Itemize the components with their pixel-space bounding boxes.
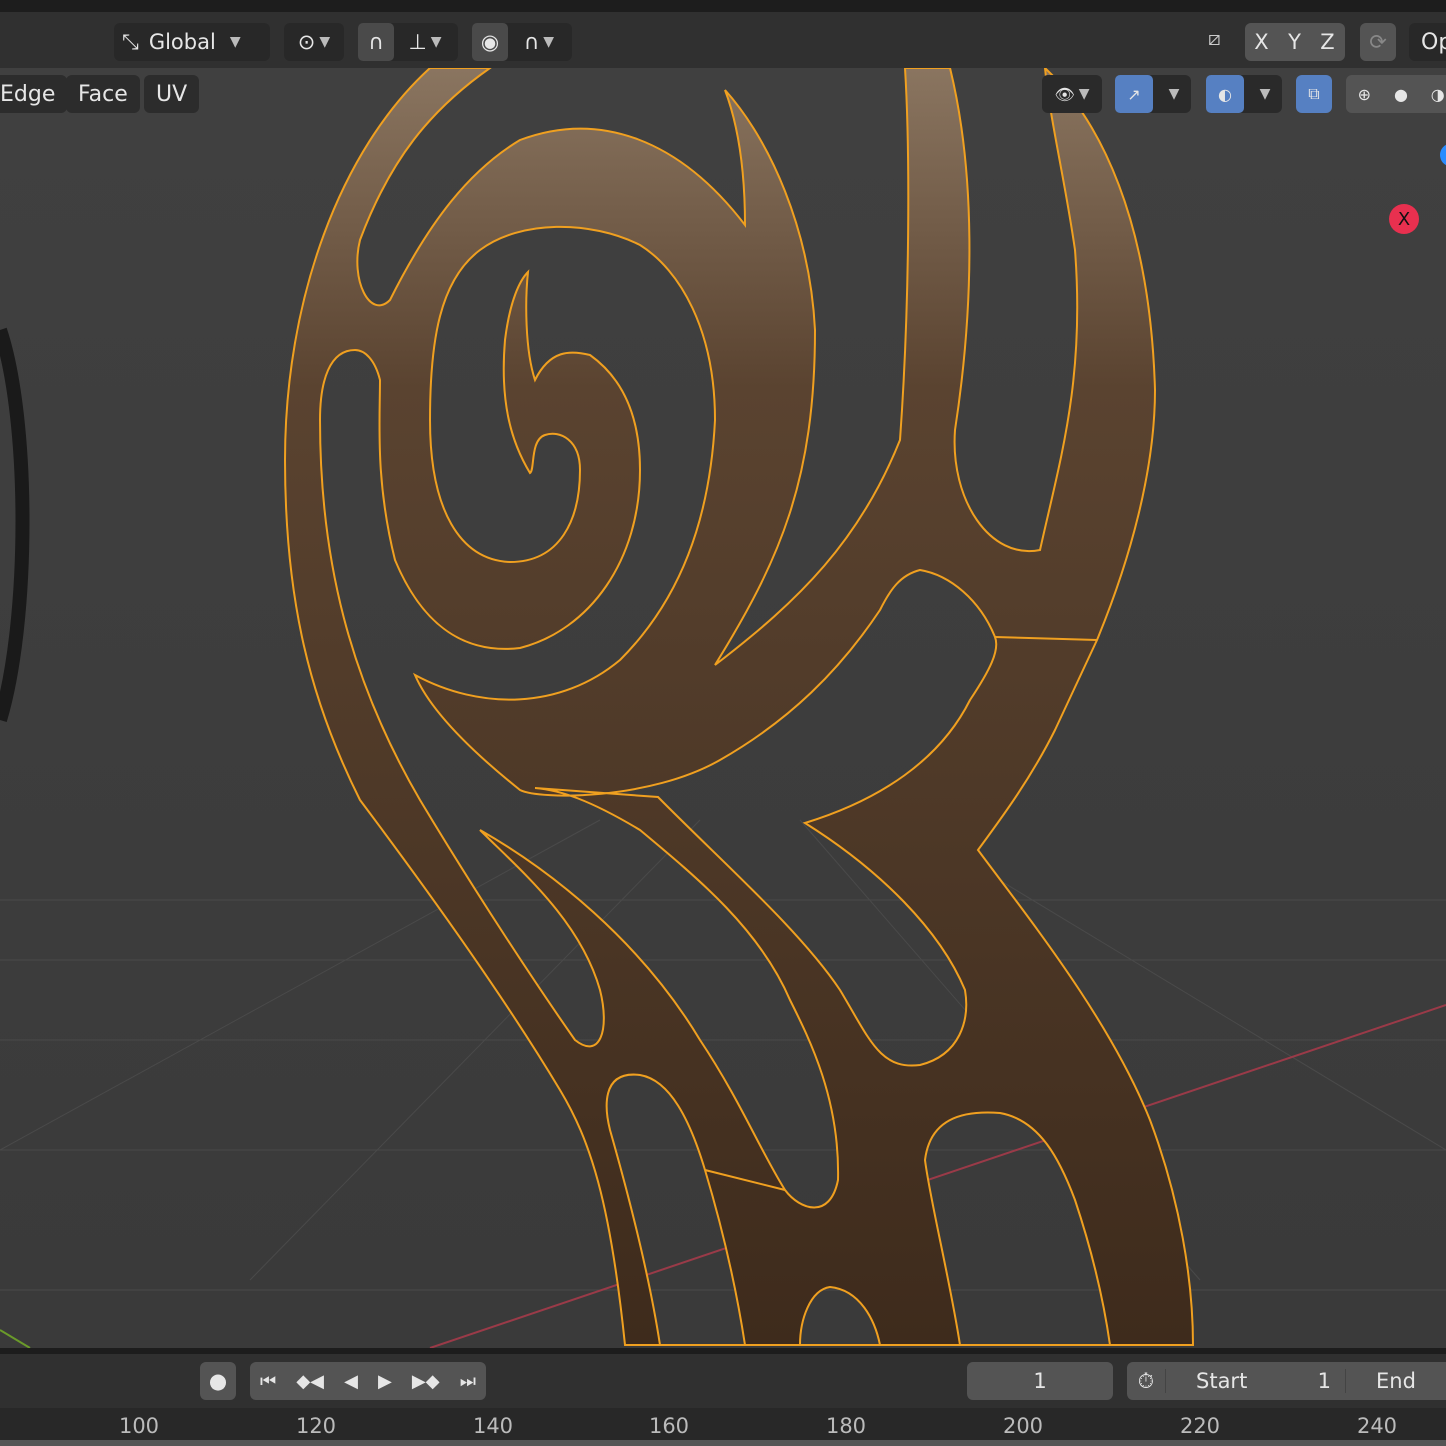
- stopwatch-icon[interactable]: ⏱: [1127, 1362, 1165, 1400]
- select-mode-face[interactable]: Face: [66, 75, 140, 113]
- ruler-tick: 180: [825, 1414, 867, 1438]
- chevron-down-icon: ▼: [430, 34, 442, 50]
- material-shading-icon[interactable]: ◑: [1419, 75, 1446, 113]
- snapping-group: ∩ ⊥ ▼: [358, 23, 458, 61]
- viewport-scene: [0, 68, 1446, 1348]
- current-frame-field[interactable]: 1: [967, 1362, 1113, 1400]
- snap-target-dropdown[interactable]: ⊥ ▼: [394, 23, 456, 61]
- orientation-dropdown[interactable]: ⤡ Global ▼: [114, 23, 270, 61]
- mirror-axes: X Y Z: [1245, 23, 1345, 61]
- pivot-icon: ⊙: [297, 30, 316, 54]
- options-dropdown[interactable]: Op: [1409, 23, 1446, 61]
- ruler-tick: 100: [118, 1414, 160, 1438]
- record-icon: ●: [208, 1369, 228, 1393]
- shading-modes: ⊕ ● ◑: [1346, 75, 1446, 113]
- workspace-tabs-bar: [0, 0, 1446, 12]
- viewport-header: ⤡ Global ▼ ⊙ ▼ ∩ ⊥ ▼ ◉ ∩ ▼ ⧄ X Y Z ⟳ Op: [0, 12, 1446, 68]
- eye-cursor-icon: 👁: [1054, 84, 1075, 104]
- mirror-x-button[interactable]: X: [1245, 23, 1278, 61]
- select-mode-uv[interactable]: UV: [144, 75, 200, 113]
- chevron-down-icon: ▼: [543, 34, 555, 50]
- prev-keyframe-icon[interactable]: ◆◀: [296, 1371, 324, 1392]
- chevron-down-icon: ▼: [1078, 86, 1090, 102]
- ruler-tick: 200: [1002, 1414, 1044, 1438]
- tattoo-mesh: [283, 68, 1195, 1346]
- timeline-ruler[interactable]: 100 120 140 160 180 200 220 240: [0, 1408, 1446, 1446]
- gizmo-x-axis[interactable]: X: [1389, 204, 1419, 234]
- solid-shading-icon[interactable]: ●: [1383, 75, 1420, 113]
- falloff-curve-icon: ∩: [523, 30, 540, 54]
- ruler-tick: 220: [1179, 1414, 1221, 1438]
- play-icon[interactable]: ▶: [378, 1371, 392, 1392]
- record-button[interactable]: ●: [200, 1362, 236, 1400]
- ruler-tick: 160: [648, 1414, 690, 1438]
- timeline-header: ● ⏮ ◆◀ ◀ ▶ ▶◆ ⏭ 1 ⏱ Start 1 End: [0, 1348, 1446, 1408]
- start-value: 1: [1317, 1369, 1331, 1393]
- overlays-dropdown[interactable]: ▼: [1244, 75, 1282, 113]
- frame-range: ⏱ Start 1 End: [1127, 1362, 1446, 1400]
- start-frame-field[interactable]: Start 1: [1165, 1369, 1345, 1393]
- ruler-tick: 240: [1356, 1414, 1398, 1438]
- mirror-y-button[interactable]: Y: [1278, 23, 1311, 61]
- ruler-tick: 140: [472, 1414, 514, 1438]
- next-keyframe-icon[interactable]: ▶◆: [412, 1371, 440, 1392]
- 3d-viewport[interactable]: X: [0, 68, 1446, 1348]
- gizmo-toggle-icon[interactable]: ↗: [1115, 75, 1153, 113]
- mirror-z-button[interactable]: Z: [1311, 23, 1344, 61]
- start-label: Start: [1196, 1369, 1248, 1393]
- ruler-tick: 120: [295, 1414, 337, 1438]
- overlays-toggle-icon[interactable]: ◐: [1206, 75, 1244, 113]
- jump-start-icon[interactable]: ⏮: [260, 1371, 276, 1392]
- proportional-edit-toggle-icon[interactable]: ◉: [472, 23, 508, 61]
- chevron-down-icon: ▼: [1259, 86, 1271, 102]
- end-label: End: [1376, 1369, 1416, 1393]
- mirror-icon[interactable]: ⧄: [1208, 26, 1221, 50]
- visibility-selectability-dropdown[interactable]: 👁 ▼: [1042, 75, 1102, 113]
- orientation-value: Global: [148, 30, 216, 54]
- chevron-down-icon: ▼: [319, 34, 331, 50]
- gizmo-group: ↗ ▼: [1115, 75, 1191, 113]
- chevron-down-icon: ▼: [229, 34, 241, 50]
- chevron-down-icon: ▼: [1168, 86, 1180, 102]
- jump-end-icon[interactable]: ⏭: [460, 1371, 476, 1392]
- y-axis-line: [0, 1329, 31, 1348]
- snap-toggle-magnet-icon[interactable]: ∩: [358, 23, 394, 61]
- proportional-editing-group: ◉ ∩ ▼: [472, 23, 572, 61]
- topology-mirror-icon[interactable]: ⟳: [1360, 23, 1396, 61]
- select-mode-edge[interactable]: Edge: [0, 75, 68, 113]
- overlays-group: ◐ ▼: [1206, 75, 1282, 113]
- end-frame-field[interactable]: End: [1345, 1369, 1416, 1393]
- snap-increment-icon: ⊥: [408, 30, 427, 54]
- dark-ring-object: [0, 327, 30, 723]
- orientation-axes-icon: ⤡: [122, 29, 139, 54]
- playback-controls: ⏮ ◆◀ ◀ ▶ ▶◆ ⏭: [250, 1362, 486, 1400]
- play-reverse-icon[interactable]: ◀: [344, 1371, 358, 1392]
- xray-toggle-icon[interactable]: ⧉: [1296, 75, 1332, 113]
- wireframe-shading-icon[interactable]: ⊕: [1346, 75, 1383, 113]
- pivot-point-dropdown[interactable]: ⊙ ▼: [284, 23, 344, 61]
- falloff-dropdown[interactable]: ∩ ▼: [508, 23, 570, 61]
- gizmo-dropdown[interactable]: ▼: [1153, 75, 1191, 113]
